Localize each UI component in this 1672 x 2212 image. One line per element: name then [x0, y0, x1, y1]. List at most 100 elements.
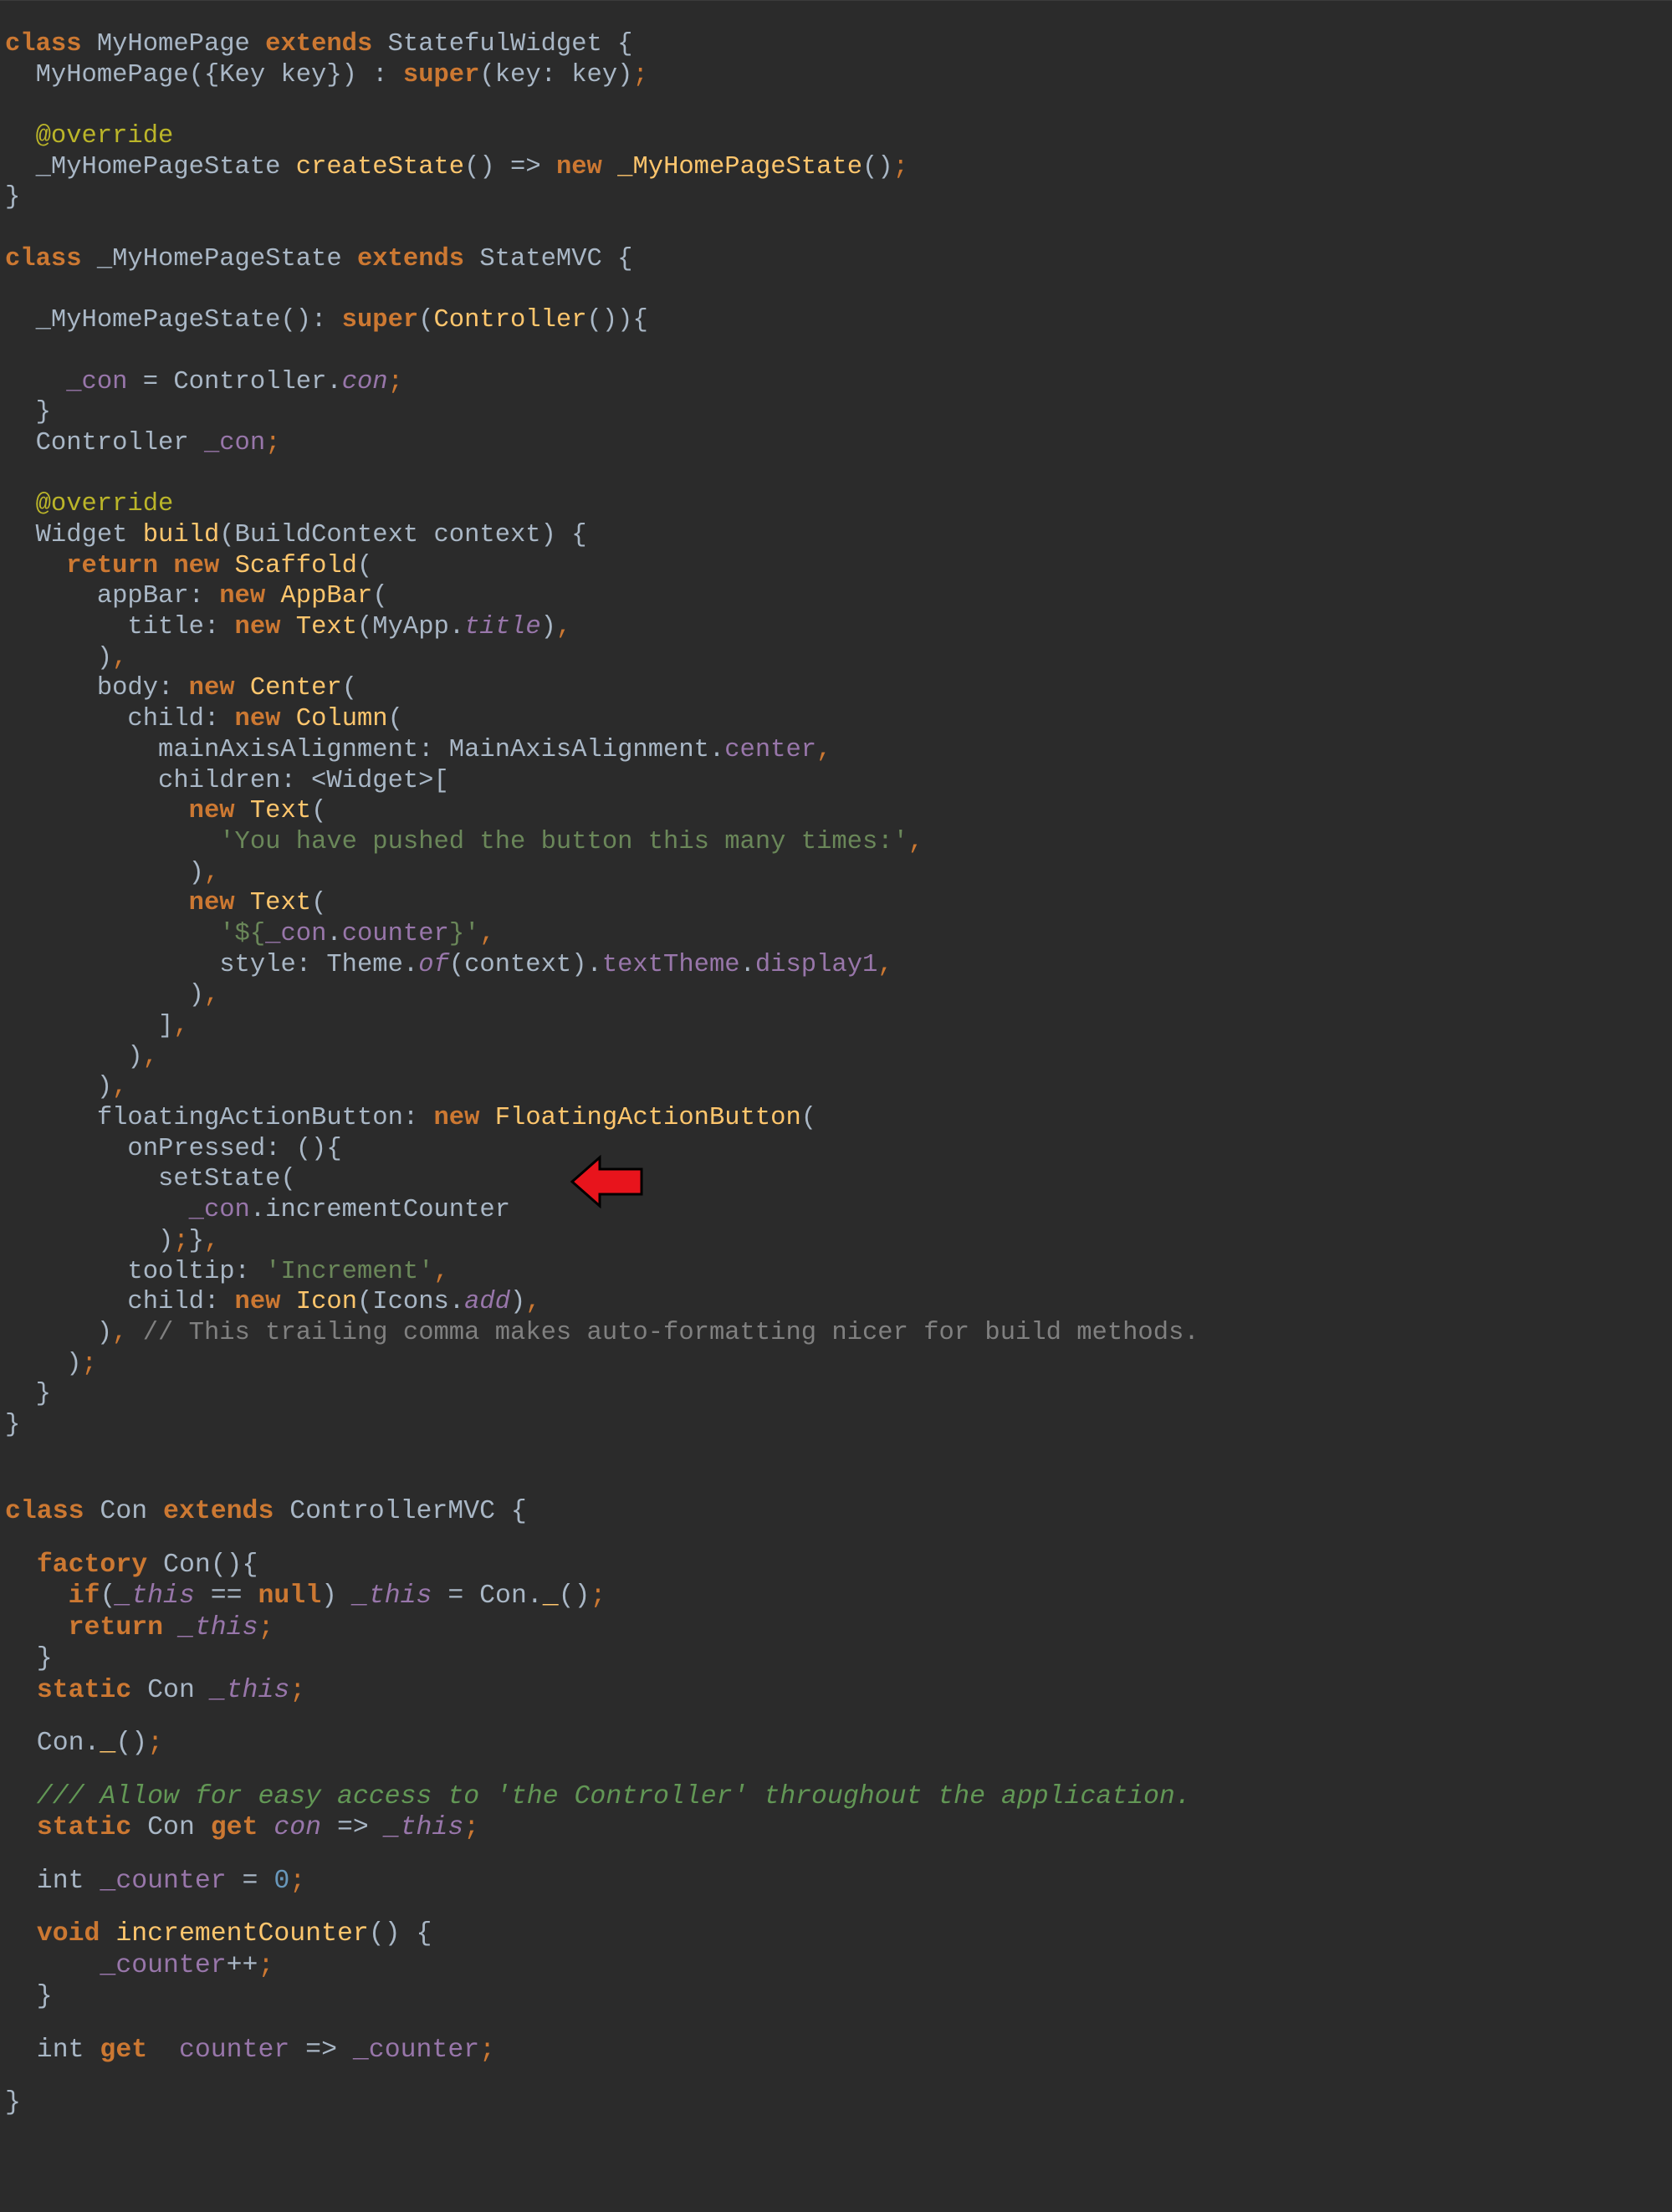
- code-token: body:: [5, 674, 189, 703]
- keyword-token: null: [258, 1581, 322, 1611]
- punctuation-token: ,: [525, 1288, 541, 1317]
- code-line: if(_this == null) _this = Con._();: [5, 1581, 1191, 1612]
- code-line: 'You have pushed the button this many ti…: [5, 827, 1199, 858]
- code-block-controller: class Con extends ControllerMVC { factor…: [5, 1496, 1191, 2119]
- punctuation-token: ,: [479, 919, 495, 948]
- code-line: ),: [5, 1072, 1199, 1103]
- code-line: new Text(: [5, 888, 1199, 919]
- keyword-token: static: [36, 1675, 132, 1705]
- code-line: }: [5, 1410, 1199, 1441]
- code-token: (: [311, 797, 327, 826]
- code-token: (Icons.: [357, 1288, 465, 1317]
- code-token: tooltip:: [5, 1257, 266, 1286]
- keyword-token: class: [5, 30, 82, 59]
- code-token: ): [5, 1073, 113, 1102]
- code-token: onPressed: (){: [5, 1134, 342, 1163]
- code-line: title: new Text(MyApp.title),: [5, 612, 1199, 643]
- keyword-token: new: [234, 705, 281, 734]
- left-arrow-icon: [570, 1155, 643, 1208]
- code-token: (: [372, 582, 388, 611]
- code-line: void incrementCounter() {: [5, 1918, 1191, 1950]
- keyword-token: static: [36, 1813, 132, 1842]
- identifier-token: AppBar: [280, 582, 373, 611]
- code-line: }: [5, 2087, 1191, 2119]
- punctuation-token: ,: [555, 613, 572, 642]
- code-line: floatingActionButton: new FloatingAction…: [5, 1103, 1199, 1134]
- punctuation-token: ;: [289, 1675, 306, 1705]
- code-editor[interactable]: class MyHomePage extends StatefulWidget …: [0, 0, 1672, 2212]
- code-line: return new Scaffold(: [5, 551, 1199, 582]
- code-token: ): [5, 981, 204, 1010]
- field-token: display1: [754, 950, 878, 979]
- code-token: (: [357, 551, 373, 580]
- punctuation-token: ,: [112, 643, 128, 672]
- code-token: MyHomePage({Key key}) :: [5, 60, 403, 89]
- code-token: }: [5, 1644, 53, 1673]
- code-token: Con: [84, 1497, 164, 1526]
- code-token: ): [5, 858, 204, 887]
- code-token: style: Theme.: [5, 950, 419, 979]
- punctuation-token: ;: [632, 60, 648, 89]
- identifier-token: _: [542, 1581, 559, 1611]
- code-line: tooltip: 'Increment',: [5, 1257, 1199, 1288]
- code-token: (: [311, 889, 327, 918]
- code-token: =: [226, 1866, 274, 1896]
- code-token: Widget: [5, 521, 143, 549]
- field-token: center: [724, 735, 817, 764]
- static-field-token: con: [274, 1813, 322, 1842]
- annotation-token: @override: [5, 122, 174, 151]
- field-token: textTheme: [601, 950, 740, 979]
- static-field-token: title: [464, 613, 541, 642]
- field-token: _con: [265, 919, 327, 948]
- static-field-token: _this: [210, 1675, 290, 1705]
- identifier-token: _: [100, 1729, 116, 1758]
- code-line: }: [5, 1379, 1199, 1410]
- keyword-token: factory: [36, 1550, 148, 1580]
- code-token: Con.: [5, 1729, 100, 1758]
- code-token: ): [510, 1288, 526, 1317]
- keyword-token: return: [68, 1612, 164, 1642]
- static-field-token: _this: [178, 1612, 258, 1642]
- code-line: int _counter = 0;: [5, 1866, 1191, 1898]
- code-line: child: new Icon(Icons.add),: [5, 1287, 1199, 1318]
- static-field-token: _this: [384, 1813, 464, 1842]
- code-token: ): [321, 1581, 353, 1611]
- code-token: .incrementCounter: [249, 1196, 511, 1225]
- code-line: static Con get con => _this;: [5, 1812, 1191, 1844]
- code-token: appBar:: [5, 582, 220, 611]
- annotation-token: @override: [5, 490, 174, 519]
- keyword-token: super: [341, 306, 419, 335]
- code-line: class _MyHomePageState extends StateMVC …: [5, 244, 1199, 275]
- code-line: _MyHomePageState createState() => new _M…: [5, 152, 1199, 183]
- code-token: (: [387, 705, 403, 734]
- code-line: ),: [5, 1042, 1199, 1073]
- keyword-token: extends: [356, 244, 465, 273]
- static-field-token: con: [341, 367, 388, 396]
- code-line: ),: [5, 643, 1199, 674]
- comment-token: // This trailing comma makes auto-format…: [127, 1318, 1199, 1347]
- code-line: class Con extends ControllerMVC {: [5, 1496, 1191, 1528]
- code-token: (: [100, 1581, 116, 1611]
- keyword-token: new: [234, 1288, 281, 1317]
- keyword-token: new: [433, 1104, 480, 1133]
- code-token: (: [418, 306, 434, 335]
- punctuation-token: ,: [112, 1318, 128, 1347]
- code-token: _MyHomePageState: [5, 152, 296, 181]
- code-token: _MyHomePageState():: [5, 306, 342, 335]
- identifier-token: Column: [295, 705, 388, 734]
- punctuation-token: ,: [877, 950, 893, 979]
